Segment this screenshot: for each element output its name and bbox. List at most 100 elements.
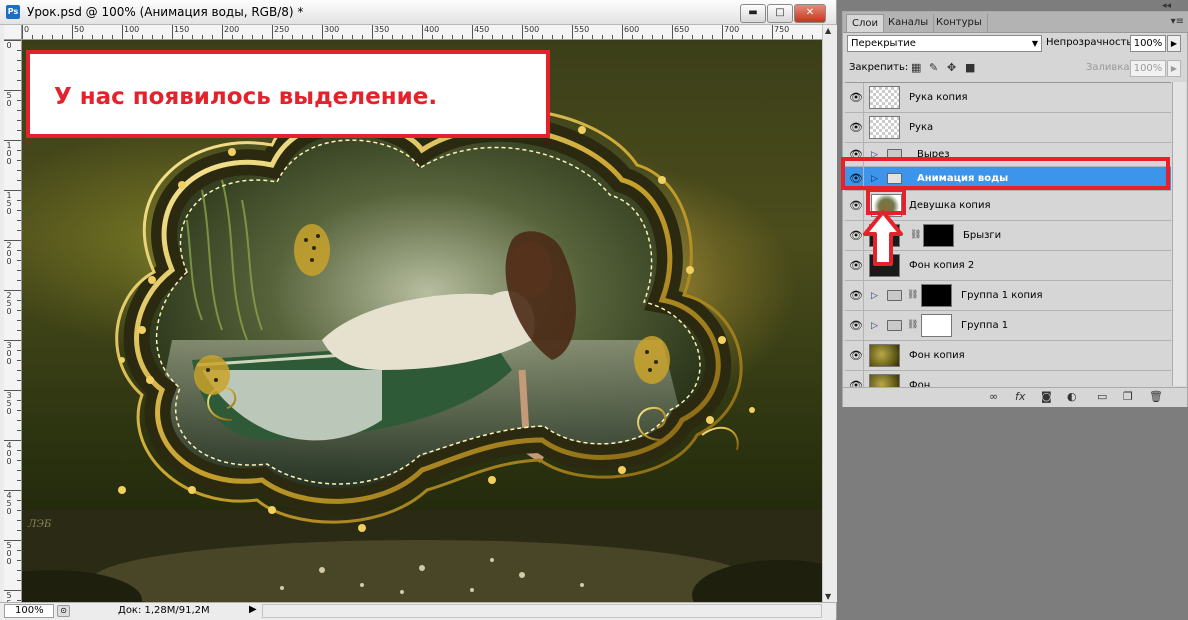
ruler-tick [592,35,593,39]
delete-layer-icon[interactable]: 🗑 [1149,390,1163,403]
panel-collapse-icon[interactable]: ◂◂ [1162,1,1171,11]
fill-input[interactable]: 100% [1130,60,1166,77]
ruler-tick [17,220,21,221]
ruler-horizontal[interactable]: 0 50 100 150 200 250 300 350 400 450 500 550 600 650 7… [22,25,823,40]
ruler-label: 500 [524,25,540,34]
ruler-origin[interactable] [4,25,22,40]
ruler-tick [362,35,363,39]
ruler-tick [642,35,643,39]
ruler-tick [292,35,293,39]
layer-row[interactable]: 👁 Рука копия [845,83,1171,113]
layer-name: Рука копия [909,92,968,103]
ruler-label: 750 [774,25,790,34]
visibility-eye-icon[interactable]: 👁 [847,341,864,370]
new-layer-icon[interactable]: ❐ [1123,390,1133,403]
layer-mask-thumbnail[interactable] [923,224,954,247]
ruler-tick [352,35,353,39]
opacity-input[interactable]: 100% [1130,35,1166,52]
link-layers-icon[interactable]: ∞ [989,390,998,403]
ruler-label: 250 [274,25,290,34]
tab-layers[interactable]: Слои [846,14,884,32]
fill-slider-button[interactable]: ▶ [1167,60,1181,77]
fill-label: Заливка: [1086,62,1133,73]
ruler-tick [17,60,21,61]
scroll-down-arrow-icon[interactable]: ▼ [825,592,831,601]
minimize-button[interactable]: ▬ [740,4,766,23]
ruler-tick [17,460,21,461]
layer-group-row[interactable]: 👁 ▷ ⛓ Группа 1 копия [845,281,1171,311]
ruler-tick [712,35,713,39]
zoom-level-field[interactable]: 100% [4,604,54,618]
new-group-icon[interactable]: ▭ [1097,390,1107,403]
layer-row[interactable]: 👁 Фон копия [845,341,1171,371]
ruler-tick [17,260,21,261]
lock-position-icon[interactable]: ✥ [947,61,956,74]
layer-row[interactable]: 👁 Рука [845,113,1171,143]
ruler-tick [242,35,243,39]
layer-style-fx-icon[interactable]: fx [1015,390,1025,403]
document-size-info[interactable]: Док: 1,28M/91,2M [118,605,210,616]
ruler-tick [17,200,21,201]
layers-scrollbar[interactable] [1172,82,1186,386]
ruler-tick [152,35,153,39]
ruler-label: 100 [6,141,12,166]
vertical-scrollbar[interactable]: ▲ ▼ [822,25,837,602]
layer-mask-thumbnail[interactable] [921,314,952,337]
ruler-vertical[interactable]: 050100150200250300350400450500550 [4,40,22,616]
ruler-tick [722,25,723,39]
panel-menu-icon[interactable]: ▾≡ [1171,16,1184,27]
mask-link-chain-icon[interactable]: ⛓ [907,320,918,330]
ruler-tick [252,35,253,39]
visibility-eye-icon[interactable]: 👁 [847,311,864,340]
ruler-label: 50 [74,25,85,34]
ruler-tick [302,35,303,39]
tab-paths[interactable]: Контуры [931,14,988,32]
status-info-icon[interactable]: ⊙ [57,605,70,617]
ruler-tick [702,35,703,39]
ruler-label: 400 [6,441,12,466]
ruler-tick [532,35,533,39]
ruler-tick [312,35,313,39]
ruler-tick [492,35,493,39]
ruler-tick [17,170,21,171]
ruler-tick [192,35,193,39]
expand-triangle-icon[interactable]: ▷ [871,311,878,341]
layer-group-row[interactable]: 👁 ▷ ⛓ Группа 1 [845,311,1171,341]
adjustment-layer-icon[interactable]: ◐ [1067,390,1077,403]
visibility-eye-icon[interactable]: 👁 [847,83,864,112]
folder-icon [887,290,902,301]
mask-link-chain-icon[interactable]: ⛓ [910,230,921,240]
visibility-eye-icon[interactable]: 👁 [847,113,864,142]
document-window: Ps Урок.psd @ 100% (Анимация воды, RGB/8… [0,0,837,620]
layer-name: Группа 1 [961,320,1009,331]
add-mask-icon[interactable]: ◙ [1041,390,1052,403]
visibility-eye-icon[interactable]: 👁 [847,371,864,387]
scroll-up-arrow-icon[interactable]: ▲ [825,26,831,35]
ruler-tick [392,35,393,39]
mask-link-chain-icon[interactable]: ⛓ [907,290,918,300]
ruler-tick [17,50,21,51]
lock-pixels-icon[interactable]: ✎ [929,61,938,74]
lock-all-icon[interactable]: ■ [965,61,975,74]
ruler-tick [562,35,563,39]
ruler-tick [222,25,223,39]
panel-tab-bar: Слои Каналы Контуры ▾≡ [843,12,1188,33]
status-menu-arrow-icon[interactable]: ▶ [249,604,257,615]
layer-row[interactable]: 👁 Фон [845,371,1171,387]
layer-mask-thumbnail[interactable] [921,284,952,307]
lock-transparency-icon[interactable]: ▦ [911,61,921,74]
expand-triangle-icon[interactable]: ▷ [871,281,878,311]
tab-channels[interactable]: Каналы [883,14,935,32]
ruler-tick [182,35,183,39]
close-button[interactable]: ✕ [794,4,826,23]
ruler-label: 550 [574,25,590,34]
ruler-tick [17,250,21,251]
horizontal-scrollbar[interactable] [262,604,822,618]
document-titlebar[interactable]: Ps Урок.psd @ 100% (Анимация воды, RGB/8… [0,0,836,25]
visibility-eye-icon[interactable]: 👁 [847,281,864,310]
maximize-button[interactable]: □ [767,4,793,23]
blend-mode-select[interactable]: Перекрытие ▼ [847,35,1042,52]
ruler-tick [17,400,21,401]
ruler-label: 350 [6,391,12,416]
opacity-slider-button[interactable]: ▶ [1167,35,1181,52]
